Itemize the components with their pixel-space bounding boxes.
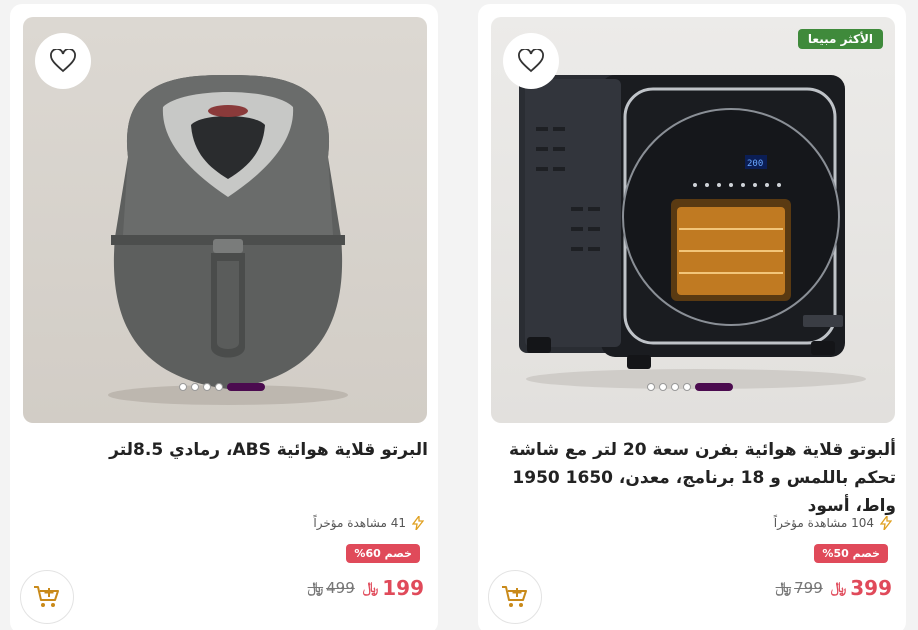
- current-price: 199 ﷼: [363, 576, 424, 600]
- carousel-dot[interactable]: [683, 383, 691, 391]
- svg-text:200: 200: [747, 159, 763, 169]
- product-card[interactable]: البرتو قلاية هوائية ABS، رمادي 8.5لتر 41…: [10, 4, 438, 630]
- views-text: 41 مشاهدة مؤخراً: [313, 516, 406, 530]
- image-carousel-indicator[interactable]: [179, 383, 265, 391]
- views-text: 104 مشاهدة مؤخراً: [773, 516, 874, 530]
- carousel-dot[interactable]: [647, 383, 655, 391]
- lightning-icon: [880, 516, 892, 530]
- product-image[interactable]: [23, 17, 427, 423]
- heart-icon: [518, 49, 544, 73]
- add-to-cart-button[interactable]: [488, 570, 542, 624]
- cart-plus-icon: [34, 586, 59, 607]
- product-image[interactable]: 200 الأكثر مبيعا: [491, 17, 895, 423]
- currency-icon: ﷼: [775, 580, 792, 596]
- heart-icon: [50, 49, 76, 73]
- carousel-dot[interactable]: [671, 383, 679, 391]
- price-row: 199 ﷼ 499 ﷼: [308, 576, 424, 600]
- image-carousel-indicator[interactable]: [647, 383, 733, 391]
- discount-badge: خصم 50%: [814, 544, 888, 563]
- carousel-dot-active[interactable]: [227, 383, 265, 391]
- original-price: 799 ﷼: [776, 579, 823, 597]
- product-card[interactable]: 200 الأكثر مبيعا ألبوتو قلاية هوائية بفر…: [478, 4, 906, 630]
- wishlist-button[interactable]: [35, 33, 91, 89]
- currency-icon: ﷼: [307, 580, 324, 596]
- bestseller-badge: الأكثر مبيعا: [797, 29, 883, 49]
- wishlist-button[interactable]: [503, 33, 559, 89]
- cart-plus-icon: [502, 586, 527, 607]
- carousel-dot[interactable]: [179, 383, 187, 391]
- carousel-dot[interactable]: [191, 383, 199, 391]
- price-row: 399 ﷼ 799 ﷼: [776, 576, 892, 600]
- discount-badge: خصم 60%: [346, 544, 420, 563]
- currency-icon: ﷼: [830, 580, 847, 596]
- carousel-dot[interactable]: [203, 383, 211, 391]
- product-grid: 200 الأكثر مبيعا ألبوتو قلاية هوائية بفر…: [0, 0, 918, 630]
- original-price-value: 499: [326, 579, 355, 597]
- product-title[interactable]: ألبوتو قلاية هوائية بفرن سعة 20 لتر مع ش…: [496, 436, 896, 520]
- current-price: 399 ﷼: [831, 576, 892, 600]
- current-price-value: 199: [382, 576, 424, 600]
- current-price-value: 399: [850, 576, 892, 600]
- currency-icon: ﷼: [362, 580, 379, 596]
- product-title[interactable]: البرتو قلاية هوائية ABS، رمادي 8.5لتر: [28, 436, 428, 464]
- carousel-dot-active[interactable]: [695, 383, 733, 391]
- lightning-icon: [412, 516, 424, 530]
- carousel-dot[interactable]: [659, 383, 667, 391]
- original-price-value: 799: [794, 579, 823, 597]
- recent-views: 41 مشاهدة مؤخراً: [313, 516, 424, 530]
- recent-views: 104 مشاهدة مؤخراً: [774, 516, 892, 530]
- add-to-cart-button[interactable]: [20, 570, 74, 624]
- original-price: 499 ﷼: [308, 579, 355, 597]
- carousel-dot[interactable]: [215, 383, 223, 391]
